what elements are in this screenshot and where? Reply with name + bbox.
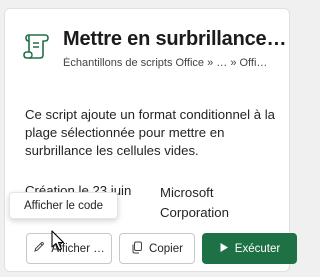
copy-button[interactable]: Copier: [119, 233, 195, 264]
mouse-pointer-icon: [51, 230, 67, 252]
script-card[interactable]: Mettre en surbrillance… Échantillons de …: [4, 8, 297, 272]
script-title: Mettre en surbrillance…: [63, 28, 287, 50]
view-code-tooltip: Afficher le code: [9, 192, 118, 219]
copy-label: Copier: [149, 242, 183, 255]
author-name: Microsoft Corporation: [160, 185, 229, 220]
pencil-icon: [33, 241, 45, 256]
script-description: Ce script ajoute un format conditionnel …: [25, 107, 275, 158]
run-button[interactable]: Exécuter: [202, 233, 297, 264]
play-icon: [219, 242, 229, 256]
run-label: Exécuter: [234, 242, 281, 255]
breadcrumb: Échantillons de scripts Office » … » Off…: [63, 57, 268, 69]
card-header: Mettre en surbrillance… Échantillons de …: [21, 27, 286, 71]
script-document-icon: [21, 31, 51, 61]
copy-icon: [131, 241, 143, 257]
view-code-button[interactable]: Afficher …: [26, 233, 112, 264]
